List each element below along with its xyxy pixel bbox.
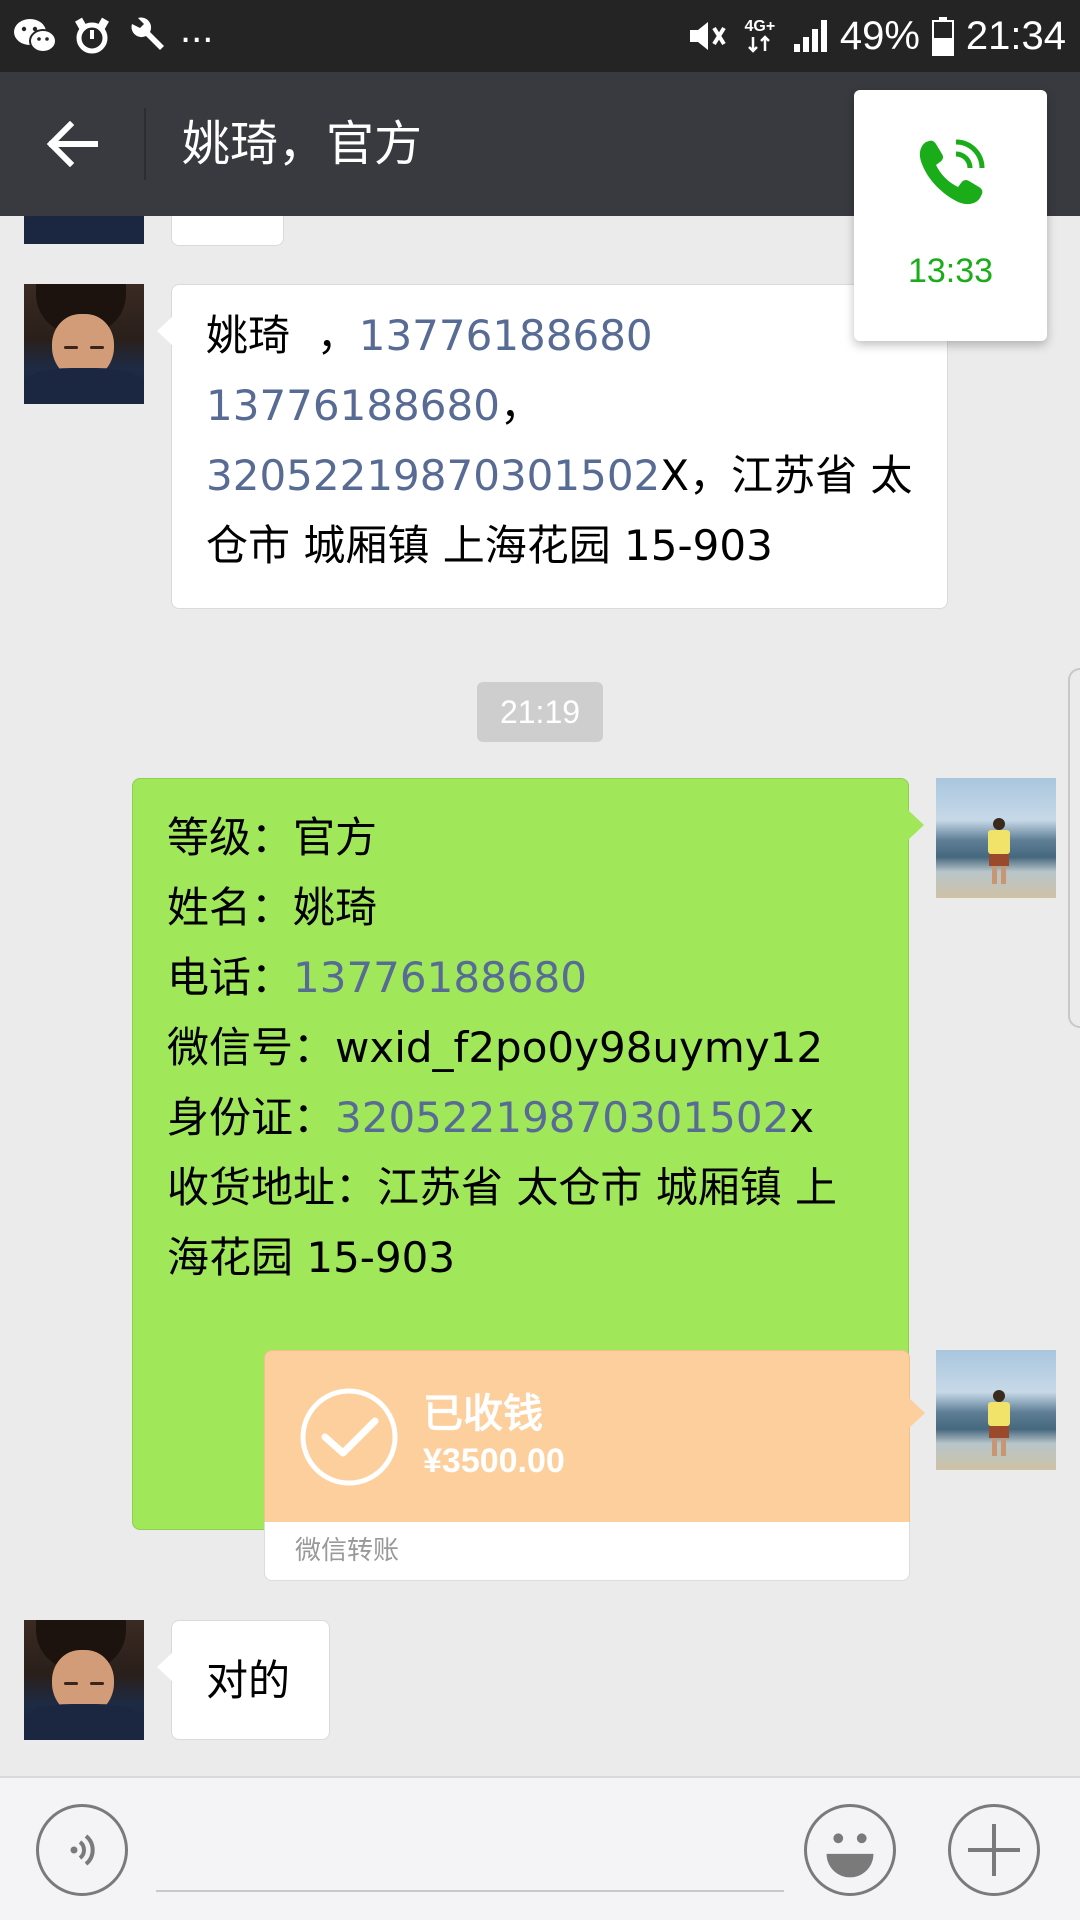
wechat-id-value: wxid_f2po0y98uymy12 [335, 1023, 824, 1072]
separator-text: ， [290, 311, 359, 360]
phone-line: 电话：13776188680 [167, 943, 874, 1013]
wechat-transfer-card[interactable]: 已收钱 ¥3500.00 微信转账 [264, 1350, 925, 1776]
bubble-tail [908, 810, 924, 840]
id-suffix-text: x [789, 1093, 815, 1142]
id-card-line: 身份证：32052219870301502x [167, 1083, 874, 1153]
chat-title: 姚琦，官方 [182, 116, 423, 172]
phone-link[interactable]: 13776188680 [293, 953, 587, 1002]
wrench-icon [126, 16, 166, 56]
plus-icon [968, 1824, 1020, 1876]
emoji-icon [826, 1833, 874, 1878]
id-number-main: 320522198703015 [335, 1093, 736, 1142]
network-indicator: 4G+ [740, 19, 780, 53]
voice-call-floating-window[interactable]: 13:33 [854, 90, 1047, 341]
message-text: 对的 [206, 1656, 291, 1705]
message-line: 13776188680， [206, 371, 913, 441]
signal-icon [792, 18, 828, 54]
id-card-label: 身份证： [167, 1093, 336, 1142]
status-ellipsis: ... [180, 6, 214, 51]
contact-avatar[interactable] [24, 216, 144, 244]
status-bar: ... 4G+ 49% 21:34 [0, 0, 1080, 72]
more-button[interactable] [948, 1804, 1040, 1896]
name-line: 姓名：姚琦 [167, 873, 874, 943]
id-number-tail: 02 [606, 451, 661, 500]
transfer-card-footer: 微信转账 [264, 1522, 910, 1581]
chat-input-bar [0, 1776, 1080, 1920]
transfer-status: 已收钱 [423, 1391, 543, 1437]
emoji-button[interactable] [804, 1804, 896, 1896]
my-avatar[interactable] [936, 1350, 1056, 1470]
transfer-label: 微信转账 [295, 1536, 400, 1566]
battery-icon [931, 16, 954, 56]
id-number-link[interactable]: 32052219870301502 [335, 1093, 789, 1142]
message-input[interactable] [156, 1818, 784, 1892]
contact-avatar[interactable] [24, 1620, 144, 1740]
chat-message-list[interactable]: 姚琦 ，13776188680 13776188680， 32052219870… [0, 216, 1080, 1776]
level-value: 官方 [293, 813, 378, 862]
back-arrow-icon [46, 121, 98, 167]
address-line: 收货地址：江苏省 太仓市 城厢镇 上 [167, 1163, 838, 1212]
message-line: 32052219870301502X，江苏省 太 [206, 441, 913, 511]
separator-text: ， [499, 381, 542, 430]
network-type: 4G+ [744, 18, 776, 35]
level-line: 等级：官方 [167, 803, 874, 873]
message-bubble-partial[interactable] [171, 216, 284, 246]
voice-icon [70, 1834, 95, 1866]
bubble-tail [157, 316, 173, 346]
header-divider [144, 108, 146, 180]
name-label: 姓名： [167, 883, 294, 932]
status-time: 21:34 [965, 13, 1066, 58]
level-label: 等级： [167, 813, 294, 862]
name-value: 姚琦 [293, 883, 378, 932]
edge-scroll-handle[interactable] [1068, 668, 1080, 1028]
transfer-amount: ¥3500.00 [423, 1442, 565, 1480]
battery-percent: 49% [839, 13, 920, 58]
wechat-id-label: 微信号： [167, 1023, 336, 1072]
wechat-icon [12, 16, 58, 56]
transfer-card-body: 已收钱 ¥3500.00 [264, 1350, 910, 1523]
back-button[interactable] [40, 116, 104, 172]
message-line: 姚琦 ，13776188680 [206, 301, 913, 371]
phone-icon [919, 139, 985, 205]
id-number-tail: 02 [735, 1093, 790, 1142]
address-text: ，江苏省 太 [689, 451, 913, 500]
phone-link[interactable]: 13776188680 [359, 311, 653, 360]
phone-link[interactable]: 13776188680 [206, 381, 500, 430]
address-line: 海花园 15-903 [167, 1233, 456, 1282]
mute-icon [686, 16, 728, 56]
check-circle-icon [300, 1388, 398, 1486]
message-timestamp: 21:19 [477, 682, 603, 742]
bubble-tail [909, 1398, 925, 1428]
address-line: 仓市 城厢镇 上海花园 15-903 [206, 521, 773, 570]
phone-label: 电话： [167, 953, 294, 1002]
id-number-main: 320522198703015 [206, 451, 607, 500]
call-duration: 13:33 [907, 252, 994, 290]
status-bar-right: 4G+ 49% 21:34 [686, 10, 1066, 62]
contact-name-text: 姚琦 [206, 311, 291, 360]
wechat-id-line: 微信号：wxid_f2po0y98uymy12 [167, 1013, 874, 1083]
alarm-icon [72, 16, 112, 56]
my-avatar[interactable] [936, 778, 1056, 898]
contact-avatar[interactable] [24, 284, 144, 404]
bubble-tail [157, 1652, 173, 1682]
voice-button[interactable] [36, 1804, 128, 1896]
status-bar-left: ... [12, 7, 213, 58]
incoming-message-bubble[interactable]: 姚琦 ，13776188680 13776188680， 32052219870… [171, 284, 948, 609]
id-number-link[interactable]: 32052219870301502 [206, 451, 660, 500]
incoming-message-bubble[interactable]: 对的 [171, 1620, 330, 1740]
id-suffix-text: X [660, 451, 690, 500]
